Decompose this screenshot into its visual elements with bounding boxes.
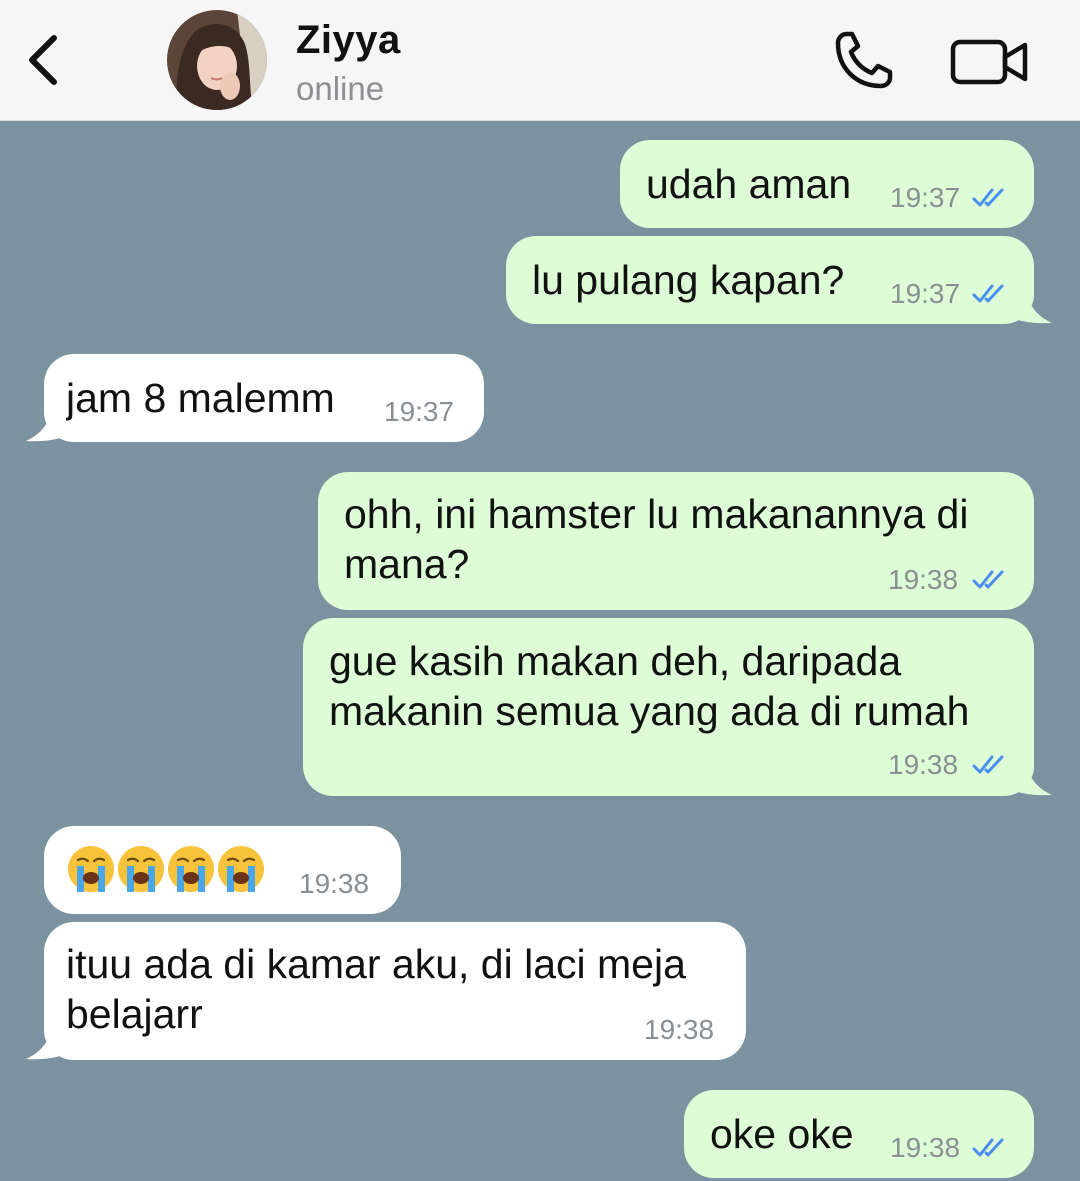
incoming-message[interactable]: 19:38 <box>44 826 401 914</box>
avatar[interactable] <box>167 10 267 110</box>
message-text: jam 8 malemm <box>66 375 335 421</box>
message-text: udah aman <box>646 161 852 207</box>
message-text: lu pulang kapan? <box>532 257 845 303</box>
incoming-message[interactable]: ituu ada di kamar aku, di laci meja bela… <box>44 922 746 1060</box>
outgoing-message[interactable]: udah aman 19:37 <box>620 140 1034 228</box>
message-text: gue kasih makan deh, daripada makanin se… <box>329 638 970 734</box>
message-text: ohh, ini hamster lu makanannya di mana? <box>344 491 969 587</box>
read-ticks-icon <box>972 755 1004 774</box>
video-call-button[interactable] <box>948 30 1032 92</box>
message-time: 19:38 <box>644 1014 715 1045</box>
incoming-message[interactable]: jam 8 malemm 19:37 <box>44 354 484 442</box>
chat-header: Ziyya online <box>0 0 1080 121</box>
message-time: 19:38 <box>890 1132 961 1163</box>
chevron-left-icon <box>29 35 57 85</box>
message-time: 19:38 <box>888 564 959 595</box>
phone-icon <box>835 31 893 89</box>
outgoing-message[interactable]: gue kasih makan deh, daripada makanin se… <box>303 618 1034 796</box>
message-time: 19:37 <box>890 182 961 213</box>
message-time: 19:37 <box>890 278 961 309</box>
read-ticks-icon <box>972 188 1004 207</box>
read-ticks-icon <box>972 570 1004 589</box>
contact-status: online <box>296 70 385 107</box>
read-ticks-icon <box>972 1138 1004 1157</box>
bubble-tail <box>1012 284 1052 324</box>
message-text: ituu ada di kamar aku, di laci meja bela… <box>66 941 686 1037</box>
bubble-tail <box>26 402 66 442</box>
message-time: 19:38 <box>299 868 370 899</box>
loudly-crying-face-icon <box>68 846 264 892</box>
outgoing-message[interactable]: oke oke 19:38 <box>684 1090 1034 1178</box>
read-ticks-icon <box>972 284 1004 303</box>
contact-name[interactable]: Ziyya <box>296 18 401 63</box>
message-time: 19:37 <box>384 396 455 427</box>
message-time: 19:38 <box>888 749 959 780</box>
voice-call-button[interactable] <box>828 26 898 96</box>
message-text: oke oke <box>710 1111 854 1157</box>
bubble-tail <box>26 1020 66 1060</box>
bubble-tail <box>1012 756 1052 796</box>
outgoing-message[interactable]: ohh, ini hamster lu makanannya di mana? … <box>318 472 1034 610</box>
back-button[interactable] <box>18 28 74 92</box>
outgoing-message[interactable]: lu pulang kapan? 19:37 <box>506 236 1034 324</box>
video-camera-icon <box>950 39 1028 85</box>
crying-emoji-row <box>66 844 266 905</box>
